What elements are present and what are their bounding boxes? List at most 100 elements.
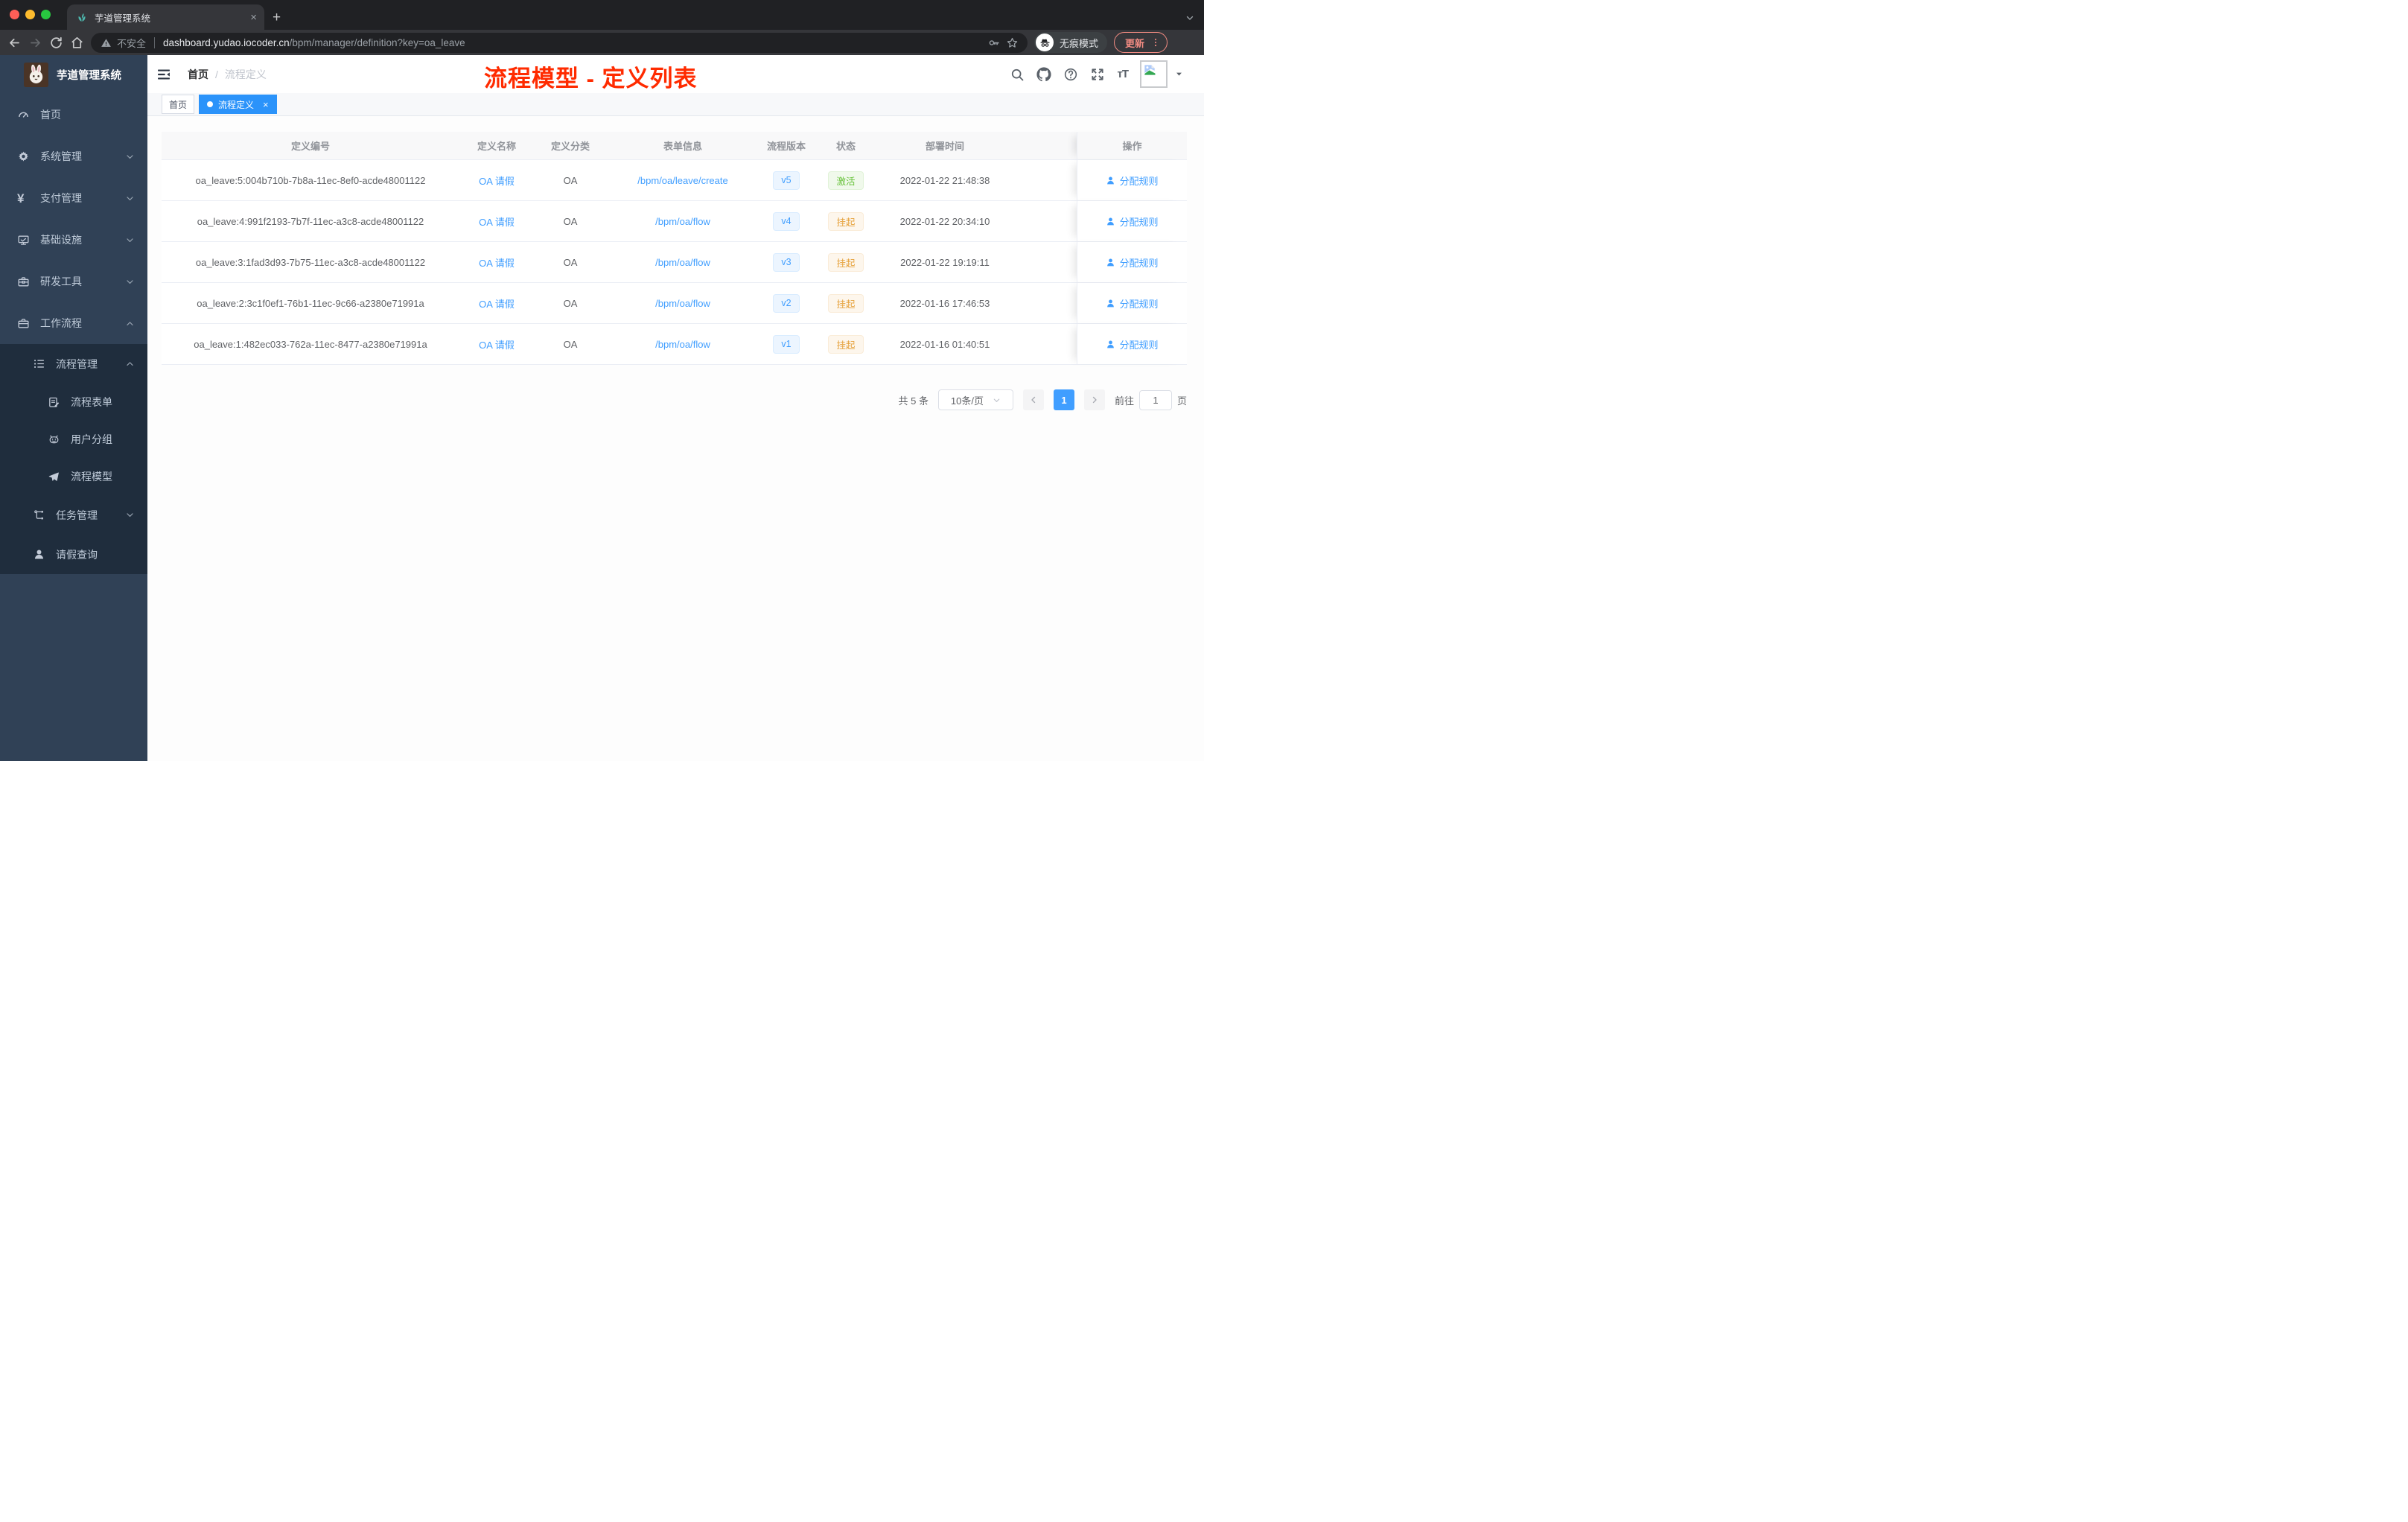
column-header: 操作 [1077,132,1187,159]
sidebar-item-flow[interactable]: 流程管理 [0,344,147,383]
sidebar-item-send[interactable]: 流程模型 [0,458,147,495]
page-size-select[interactable]: 10条/页 [937,389,1013,410]
warning-triangle-icon [101,37,112,48]
definition-id: oa_leave:4:991f2193-7b7f-11ec-a3c8-acde4… [197,215,424,227]
definition-name-link[interactable]: OA 请假 [459,283,534,323]
deploy-time: 2022-01-22 21:48:38 [899,174,990,186]
browser-tab[interactable]: 芋道管理系统 × [67,4,264,30]
search-icon[interactable] [1010,67,1025,82]
new-tab-button[interactable]: + [273,10,281,26]
sidebar-menu: 首页系统管理 ¥ 支付管理基础设施研发工具工作流程流程管理 流程表单 用户分组 流程模型任… [0,94,147,574]
form-link[interactable]: /bpm/oa/flow [607,201,759,241]
user-icon [1106,217,1115,226]
form-link[interactable]: /bpm/oa/flow [607,324,759,364]
user-icon [1106,299,1115,308]
deploy-time: 2022-01-22 19:19:11 [900,256,990,268]
tab-close-icon[interactable]: × [250,12,257,23]
tag-current[interactable]: 流程定义 × [199,95,277,114]
page-unit-label: 页 [1176,395,1187,407]
sidebar-item-briefcase[interactable]: 工作流程 [0,302,147,344]
tab-search-caret-icon[interactable] [1185,13,1195,23]
help-icon[interactable] [1063,67,1078,82]
sidebar-toggle-icon[interactable] [156,67,171,82]
definition-id: oa_leave:1:482ec033-762a-11ec-8477-a2380… [194,338,427,350]
pagination: 共 5 条 10条/页 1 前往 页 [162,389,1187,410]
header-actions: тT [1010,60,1183,88]
sidebar-item-label: 基础设施 [40,234,82,246]
sidebar-item-form[interactable]: 流程表单 [0,383,147,421]
sidebar-item-label: 首页 [40,109,61,121]
form-link[interactable]: /bpm/oa/flow [607,283,759,323]
assign-rule-button[interactable]: 分配规则 [1106,214,1159,229]
sidebar-item-robot[interactable]: 用户分组 [0,421,147,458]
user-icon [33,548,45,561]
column-header: 定义分类 [550,141,590,152]
next-page-button[interactable] [1083,389,1105,410]
back-icon[interactable] [7,36,22,50]
prev-page-button[interactable] [1022,389,1044,410]
sidebar-item-gear[interactable]: 系统管理 [0,136,147,177]
sidebar-item-yen[interactable]: ¥ 支付管理 [0,177,147,219]
toolbox-icon [17,276,30,288]
status-badge: 挂起 [814,324,878,364]
definition-name-link[interactable]: OA 请假 [459,160,534,200]
favicon-sprout-icon [76,11,88,23]
kebab-menu-icon [1154,38,1157,47]
definition-id: oa_leave:3:1fad3d93-7b75-11ec-a3c8-acde4… [195,256,426,268]
chevron-down-icon [993,396,1001,404]
avatar[interactable] [1140,60,1168,88]
definition-category: OA [563,215,578,227]
sidebar-item-monitor[interactable]: 基础设施 [0,219,147,261]
font-size-icon[interactable]: тT [1117,68,1128,80]
status-badge: 挂起 [814,283,878,323]
sidebar-item-toolbox[interactable]: 研发工具 [0,261,147,302]
sidebar-item-label: 工作流程 [40,317,82,329]
workflow-submenu: 流程管理 流程表单 用户分组 流程模型 任务管理 请假查询 [0,344,147,574]
chevron-down-icon [125,510,135,520]
maximize-window-button[interactable] [41,10,51,19]
user-icon [1106,258,1115,267]
definition-name-link[interactable]: OA 请假 [459,324,534,364]
address-bar[interactable]: 不安全 dashboard.yudao.iocoder.cn/bpm/manag… [91,32,1028,53]
caret-down-icon[interactable] [1175,70,1183,78]
form-link[interactable]: /bpm/oa/flow [607,242,759,282]
page-number-button[interactable]: 1 [1053,389,1074,410]
sidebar-item-user[interactable]: 请假查询 [0,535,147,574]
traffic-lights [10,10,51,19]
breadcrumb-home[interactable]: 首页 [188,67,208,82]
version-tag: v4 [759,201,814,241]
bookmark-star-icon[interactable] [1006,36,1019,49]
chevron-up-icon [125,359,135,369]
url-text[interactable]: dashboard.yudao.iocoder.cn/bpm/manager/d… [163,37,983,48]
sidebar-item-dashboard[interactable]: 首页 [0,94,147,136]
reload-icon[interactable] [49,36,63,50]
version-tag: v1 [759,324,814,364]
table-body: oa_leave:5:004b710b-7b8a-11ec-8ef0-acde4… [162,160,1187,365]
close-window-button[interactable] [10,10,19,19]
row-actions: 分配规则 [1077,160,1187,200]
github-icon[interactable] [1036,66,1052,82]
form-link[interactable]: /bpm/oa/leave/create [607,160,759,200]
active-dot [207,101,214,107]
goto-page-input[interactable] [1138,389,1172,410]
sidebar-logo[interactable]: 芋道管理系统 [0,55,147,94]
forward-icon[interactable] [28,36,42,50]
column-header: 定义名称 [477,141,516,152]
browser-update-button[interactable]: 更新 [1114,32,1168,53]
version-tag: v3 [759,242,814,282]
assign-rule-button[interactable]: 分配规则 [1106,337,1159,351]
security-label[interactable]: 不安全 [117,36,146,50]
user-icon [1106,176,1115,185]
definition-name-link[interactable]: OA 请假 [459,242,534,282]
assign-rule-button[interactable]: 分配规则 [1106,296,1159,311]
assign-rule-button[interactable]: 分配规则 [1106,173,1159,188]
sidebar-item-tree[interactable]: 任务管理 [0,495,147,535]
key-icon[interactable] [988,36,1001,49]
fullscreen-icon[interactable] [1090,67,1105,82]
definition-name-link[interactable]: OA 请假 [459,201,534,241]
tag-home[interactable]: 首页 [162,95,195,114]
minimize-window-button[interactable] [25,10,35,19]
home-icon[interactable] [70,36,84,50]
tag-close-icon[interactable]: × [263,99,269,110]
assign-rule-button[interactable]: 分配规则 [1106,255,1159,270]
